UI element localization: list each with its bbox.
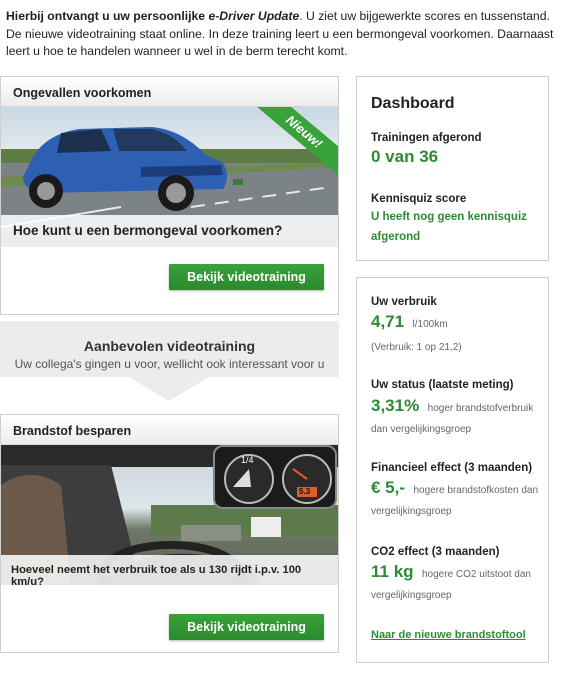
intro-lead: Hierbij ontvangt u uw persoonlijke	[6, 9, 209, 23]
card-caption: Hoeveel neemt het verbruik toe als u 130…	[1, 555, 338, 585]
financial-value: € 5,-	[371, 478, 406, 497]
recommended-subtitle: Uw collega's gingen u voor, wellicht ook…	[14, 357, 325, 371]
gauge-left-label: 1/4	[241, 455, 254, 465]
co2-row: 11 kg hogere CO2 uitstoot dan	[371, 562, 546, 582]
dashboard-panel: Dashboard Trainingen afgerond 0 van 36 K…	[356, 76, 549, 261]
status-label: Uw status (laatste meting)	[371, 379, 514, 391]
fuel-tool-link[interactable]: Naar de nieuwe brandstoftool	[371, 629, 526, 641]
card-caption: Hoe kunt u een bermongeval voorkomen?	[1, 215, 338, 247]
gauges-icon	[224, 454, 332, 504]
gauge-right-label: 5.3	[299, 487, 311, 496]
recommended-title: Aanbevolen videotraining	[83, 338, 256, 354]
financial-label: Financieel effect (3 maanden)	[371, 462, 533, 474]
recommended-arrow	[129, 377, 209, 401]
financial-note: hogere brandstofkosten dan	[413, 485, 539, 496]
usage-row: 4,71 l/100km	[371, 312, 448, 332]
intro-text: Hierbij ontvangt u uw persoonlijke e-Dri…	[6, 8, 554, 61]
co2-note-2: vergelijkingsgroep	[371, 590, 452, 601]
status-row: 3,31% hoger brandstofverbruik	[371, 396, 546, 416]
card-title: Brandstof besparen	[1, 415, 338, 445]
watch-video-button[interactable]: Bekijk videotraining	[169, 264, 324, 290]
quiz-value: U heeft nog geen kennisquiz afgerond	[371, 211, 527, 243]
co2-value: 11 kg	[371, 562, 414, 581]
status-note: hoger brandstofverbruik	[427, 403, 534, 414]
co2-label: CO2 effect (3 maanden)	[371, 546, 500, 558]
gauge-cluster: 1/4 5.3	[213, 445, 337, 509]
driver-image[interactable]: 1/4 5.3 Hoeveel neemt het verbruik toe a…	[1, 445, 338, 585]
trainings-value: 0 van 36	[371, 147, 439, 166]
usage-unit: l/100km	[412, 319, 448, 330]
intro-product: e-Driver Update	[208, 9, 300, 23]
recommended-banner: Aanbevolen videotraining Uw collega's gi…	[0, 321, 339, 377]
usage-note: (Verbruik: 1 op 21,2)	[371, 342, 462, 353]
stats-panel: Uw verbruik 4,71 l/100km (Verbruik: 1 op…	[356, 277, 549, 663]
financial-row: € 5,- hogere brandstofkosten dan	[371, 478, 546, 498]
dashboard-title: Dashboard	[371, 95, 455, 112]
trainings-label: Trainingen afgerond	[371, 132, 482, 144]
car-image[interactable]: Nieuw! Hoe kunt u een bermongeval voorko…	[1, 107, 338, 247]
co2-note: hogere CO2 uitstoot dan	[422, 569, 531, 580]
card-title: Ongevallen voorkomen	[1, 77, 338, 107]
quiz-label: Kennisquiz score	[371, 193, 467, 205]
usage-value: 4,71	[371, 312, 405, 331]
usage-label: Uw verbruik	[371, 296, 437, 308]
status-note-2: dan vergelijkingsgroep	[371, 424, 472, 435]
card-fuel-saving: Brandstof besparen 1/4 5.3 Hoeveel neemt…	[0, 414, 339, 653]
status-value: 3,31%	[371, 396, 420, 415]
card-accident-prevention: Ongevallen voorkomen Nieuw! Hoe kunt u e…	[0, 76, 339, 315]
financial-note-2: vergelijkingsgroep	[371, 506, 452, 517]
watch-video-button[interactable]: Bekijk videotraining	[169, 614, 324, 640]
